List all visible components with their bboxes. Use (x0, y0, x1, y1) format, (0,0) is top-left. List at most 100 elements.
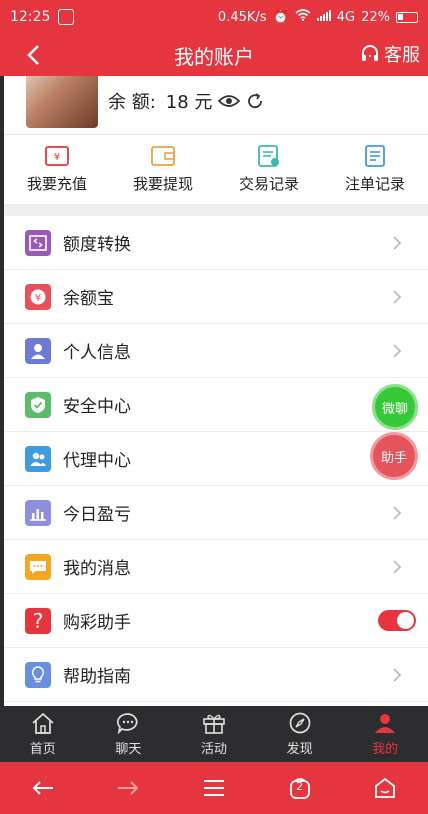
menu-item-transfer[interactable]: 额度转换 (4, 216, 428, 270)
recharge-label: 我要充值 (26, 175, 87, 193)
menu-label: 帮助指南 (63, 667, 131, 687)
chevron-right-icon (393, 560, 402, 574)
menu-item-messages[interactable]: 我的消息 (4, 540, 428, 594)
nav-back-button[interactable] (23, 768, 63, 808)
balance-amount: 18 元 (165, 92, 213, 113)
service-label: 客服 (384, 45, 420, 66)
headset-icon (362, 45, 378, 61)
menu-item-yuebao[interactable]: ¥ 余额宝 (4, 270, 428, 324)
eye-icon[interactable] (218, 94, 241, 108)
svg-text:?: ? (33, 611, 44, 631)
menu-item-personal-info[interactable]: 个人信息 (4, 324, 428, 378)
tab-count: 2 (296, 780, 304, 793)
status-bar: 12:25 0.45K/s ⏰ 4G 22% (0, 0, 428, 34)
profile-section: 余 额: 18 元 (4, 76, 428, 134)
avatar[interactable] (26, 76, 98, 128)
chart-icon (25, 499, 51, 526)
tab-mine[interactable]: 我的 (342, 706, 428, 762)
helper-float-button[interactable]: 助手 (370, 432, 418, 480)
menu-label: 今日盈亏 (63, 505, 131, 525)
svg-text:¥: ¥ (54, 152, 60, 163)
chevron-right-icon (393, 344, 402, 358)
tab-label: 首页 (29, 741, 56, 757)
menu-item-security[interactable]: 安全中心 (4, 378, 428, 432)
section-divider (4, 204, 428, 216)
refresh-icon[interactable] (246, 92, 264, 110)
gift-icon (203, 714, 225, 734)
compass-icon (289, 712, 310, 733)
nav-home-button[interactable] (365, 768, 405, 808)
transaction-record-button[interactable]: 交易记录 (216, 135, 322, 204)
bet-record-label: 注单记录 (344, 175, 405, 193)
recharge-button[interactable]: ¥ 我要充值 (4, 135, 110, 204)
menu-label: 额度转换 (63, 235, 131, 255)
menu-item-agent[interactable]: 代理中心 (4, 432, 428, 486)
signal-icon (316, 9, 331, 25)
status-time: 12:25 (10, 9, 51, 25)
customer-service-button[interactable]: 客服 (360, 41, 420, 67)
back-arrow-icon (27, 45, 39, 65)
menu-label: 安全中心 (63, 397, 131, 417)
bet-record-icon (365, 145, 385, 167)
agent-icon (25, 445, 51, 472)
menu-item-lottery-helper: ? 购彩助手 (4, 594, 428, 648)
menu-label: 余额宝 (63, 289, 114, 309)
battery-icon (396, 11, 418, 23)
arrow-right-icon (118, 781, 139, 795)
user-icon (25, 337, 51, 364)
browser-home-icon (375, 777, 396, 798)
quick-actions: ¥ 我要充值 我要提现 交易记录 注单记录 (4, 134, 428, 204)
bulb-icon (25, 661, 51, 688)
menu-label: 代理中心 (63, 451, 131, 471)
svg-text:¥: ¥ (35, 293, 41, 304)
tab-home[interactable]: 首页 (0, 706, 86, 762)
message-icon (25, 553, 51, 580)
transfer-icon (25, 229, 51, 256)
home-icon (32, 712, 54, 734)
recharge-icon: ¥ (45, 146, 69, 166)
question-icon: ? (25, 607, 51, 634)
lottery-helper-toggle[interactable] (378, 610, 416, 631)
menu-icon (203, 780, 224, 796)
network-type: 4G (336, 9, 356, 25)
menu-item-today-profit[interactable]: 今日盈亏 (4, 486, 428, 540)
tab-discover[interactable]: 发现 (257, 706, 343, 762)
withdraw-label: 我要提现 (132, 175, 193, 193)
profile-icon (375, 713, 396, 733)
arrow-left-icon (32, 781, 53, 795)
network-speed: 0.45K/s (217, 9, 267, 25)
menu-label: 我的消息 (63, 559, 131, 579)
nav-forward-button[interactable] (108, 768, 148, 808)
wechat-float-button[interactable]: 微聊 (372, 384, 418, 430)
helper-float-label: 助手 (380, 450, 407, 466)
balance-label: 余 额: (108, 92, 156, 113)
account-content: 余 额: 18 元 ¥ 我要充值 我要提现 交易记录 注单记录 额度转换 ¥ 余… (4, 76, 428, 706)
back-button[interactable] (18, 40, 48, 70)
withdraw-button[interactable]: 我要提现 (110, 135, 216, 204)
balance-row: 余 额: 18 元 (108, 88, 264, 114)
tab-label: 聊天 (115, 741, 142, 757)
tab-chat[interactable]: 聊天 (86, 706, 172, 762)
yuebao-icon: ¥ (25, 283, 51, 310)
menu-item-help-guide[interactable]: 帮助指南 (4, 648, 428, 702)
tab-bar: 首页 聊天 活动 发现 我的 (0, 706, 428, 762)
withdraw-icon (151, 146, 175, 166)
menu-label: 个人信息 (63, 343, 131, 363)
chevron-right-icon (393, 290, 402, 304)
screenshot-icon (58, 9, 75, 25)
nav-tabs-button[interactable]: 2 (280, 768, 320, 808)
tab-activity[interactable]: 活动 (171, 706, 257, 762)
alarm-icon: ⏰ (272, 9, 289, 25)
transaction-label: 交易记录 (238, 175, 299, 193)
transaction-icon (258, 145, 279, 167)
bet-record-button[interactable]: 注单记录 (322, 135, 428, 204)
tab-label: 发现 (286, 741, 313, 757)
tab-label: 我的 (372, 741, 399, 757)
wifi-icon (295, 9, 311, 25)
nav-menu-button[interactable] (194, 768, 234, 808)
menu-label: 购彩助手 (63, 613, 131, 633)
shield-icon (25, 391, 51, 418)
menu-list: 额度转换 ¥ 余额宝 个人信息 安全中心 代理中心 今日盈亏 我的消息 ? 购彩… (4, 216, 428, 702)
tab-label: 活动 (200, 741, 227, 757)
chat-icon (117, 712, 138, 734)
